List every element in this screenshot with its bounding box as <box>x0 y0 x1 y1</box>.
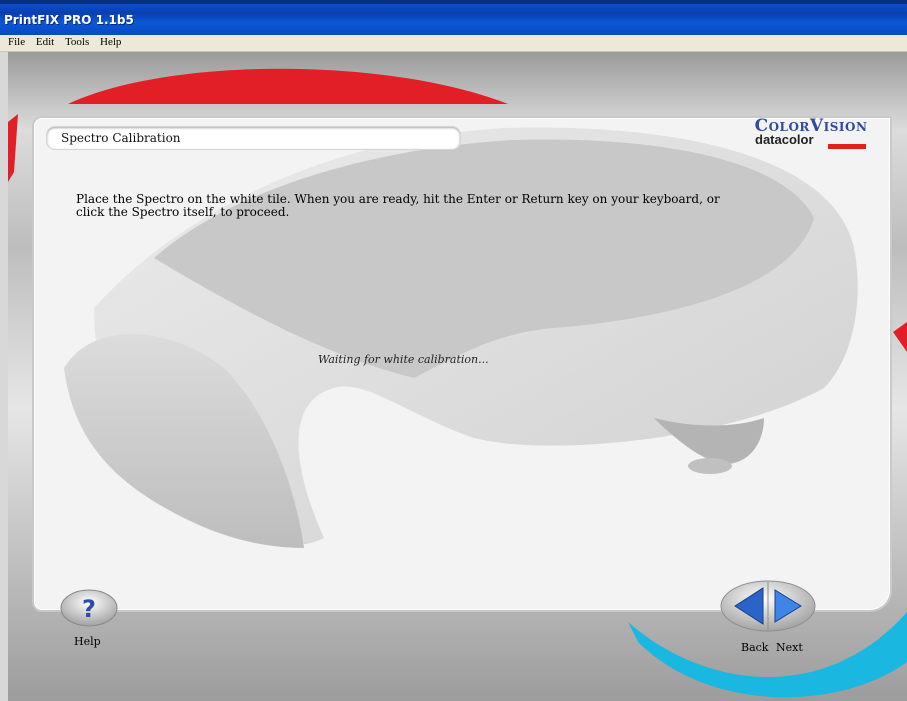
menu-edit[interactable]: Edit <box>32 35 58 48</box>
help-label: Help <box>74 635 101 648</box>
title-bar: PrintFIX PRO 1.1b5 <box>0 0 907 35</box>
menu-bar: File Edit Tools Help <box>0 35 907 52</box>
colorvision-logo: ColorVision datacolor <box>751 116 871 149</box>
menu-help[interactable]: Help <box>96 35 125 48</box>
logo-accent-bar <box>828 144 866 149</box>
navigation-control <box>719 580 817 632</box>
help-button[interactable]: ? <box>59 588 119 628</box>
svg-text:?: ? <box>82 595 96 623</box>
window-title: PrintFIX PRO 1.1b5 <box>4 13 134 27</box>
next-label: Next <box>776 641 803 654</box>
status-text: Waiting for white calibration... <box>318 353 489 366</box>
menu-tools[interactable]: Tools <box>61 35 93 48</box>
question-icon: ? <box>60 589 118 627</box>
instruction-text: Place the Spectro on the white tile. Whe… <box>76 192 720 219</box>
menu-file[interactable]: File <box>0 35 29 48</box>
section-header: Spectro Calibration <box>47 127 460 149</box>
back-label: Back <box>741 641 769 654</box>
